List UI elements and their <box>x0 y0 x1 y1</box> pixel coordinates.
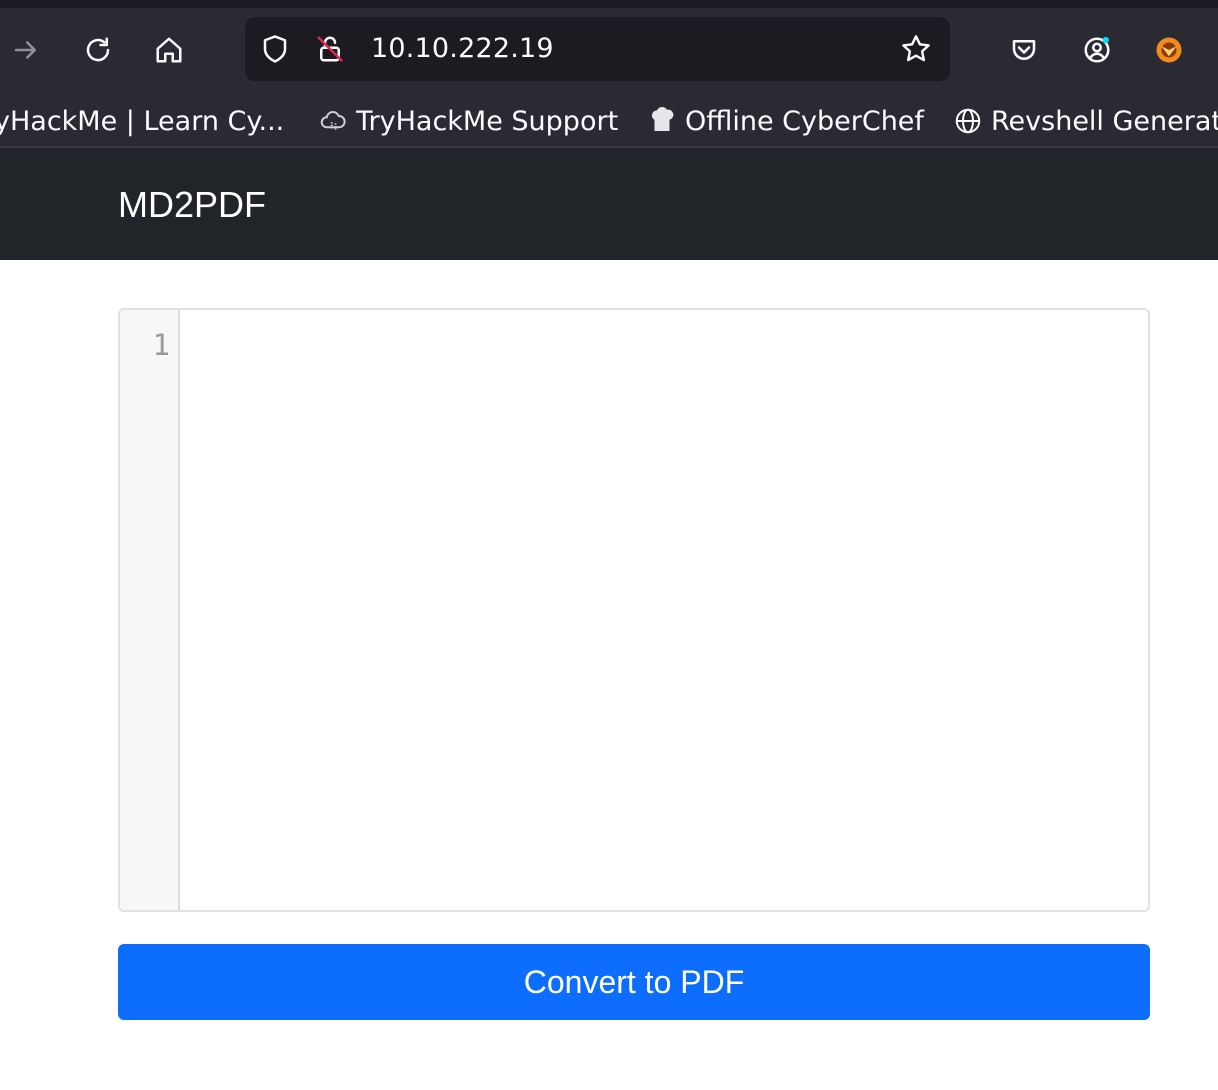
markdown-editor[interactable]: 1 <box>118 308 1150 912</box>
app-brand[interactable]: MD2PDF <box>118 184 266 226</box>
pocket-button[interactable] <box>1004 30 1044 70</box>
editor-text-area[interactable] <box>182 310 1148 910</box>
forward-arrow-icon <box>14 41 36 59</box>
bookmark-label: Offline CyberChef <box>685 105 924 137</box>
reload-icon <box>86 37 110 62</box>
bookmark-label: Revshell Generat <box>991 105 1218 137</box>
url-text[interactable]: 10.10.222.19 <box>371 33 554 64</box>
account-button[interactable] <box>1077 30 1117 70</box>
app-navbar: MD2PDF <box>0 148 1218 260</box>
browser-toolbar: 10.10.222.19 <box>0 0 1218 96</box>
home-icon <box>156 37 182 63</box>
line-number: 1 <box>152 328 170 362</box>
insecure-lock-icon[interactable] <box>313 32 347 66</box>
chef-hat-icon <box>651 106 674 131</box>
bookmark-cyberchef[interactable]: Offline CyberChef <box>647 102 924 140</box>
foxyproxy-icon <box>1156 37 1182 63</box>
bookmark-revshell[interactable]: Revshell Generat <box>953 102 1218 140</box>
convert-to-pdf-button[interactable]: Convert to PDF <box>118 944 1150 1020</box>
extension-button[interactable] <box>1149 30 1189 70</box>
bookmarks-bar: yHackMe | Learn Cy... TryHackMe Support … <box>0 96 1218 148</box>
bookmark-label: yHackMe | Learn Cy... <box>0 105 285 137</box>
cloud-icon <box>320 111 346 130</box>
bookmark-label: TryHackMe Support <box>356 105 619 137</box>
globe-icon <box>955 108 981 134</box>
shield-icon[interactable] <box>258 32 292 66</box>
bookmark-thm-support[interactable]: TryHackMe Support <box>318 102 618 140</box>
bookmark-tryhackme[interactable]: yHackMe | Learn Cy... <box>0 102 284 140</box>
reload-button[interactable] <box>78 30 118 70</box>
account-icon <box>1084 36 1110 63</box>
home-button[interactable] <box>149 30 189 70</box>
line-number-gutter: 1 <box>120 310 180 910</box>
bookmark-star-icon[interactable] <box>899 32 933 66</box>
forward-button[interactable] <box>6 30 46 70</box>
url-bar[interactable]: 10.10.222.19 <box>245 17 950 81</box>
pocket-icon <box>1012 40 1036 60</box>
